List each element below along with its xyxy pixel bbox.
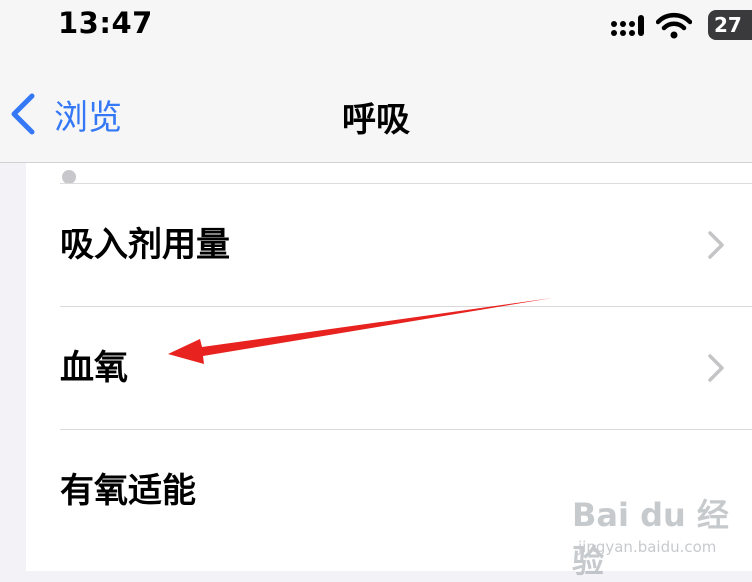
- baidu-jingyan-watermark: Bai du 经验 jingyan.baidu.com: [572, 488, 748, 580]
- navigation-bar: 浏览 呼吸: [0, 58, 752, 163]
- chevron-right-icon: [708, 354, 724, 382]
- row-blood-oxygen[interactable]: 血氧: [26, 307, 752, 429]
- chevron-right-icon: [708, 231, 724, 259]
- row-label: 有氧适能: [60, 471, 196, 511]
- battery-indicator: 27: [708, 10, 752, 40]
- status-bar: 13:47 27: [0, 0, 752, 58]
- previous-row-fragment: [62, 170, 76, 184]
- battery-level: 27: [714, 13, 742, 37]
- page-title: 呼吸: [342, 100, 410, 140]
- row-inhaler-usage[interactable]: 吸入剂用量: [26, 184, 752, 306]
- wifi-icon: [656, 12, 692, 39]
- row-label: 血氧: [60, 348, 128, 388]
- cellular-signal-icon: [611, 15, 644, 36]
- row-label: 吸入剂用量: [60, 225, 230, 265]
- watermark-brand: Bai du 经验: [572, 496, 729, 580]
- watermark-url: jingyan.baidu.com: [578, 538, 717, 556]
- status-time: 13:47: [58, 6, 153, 40]
